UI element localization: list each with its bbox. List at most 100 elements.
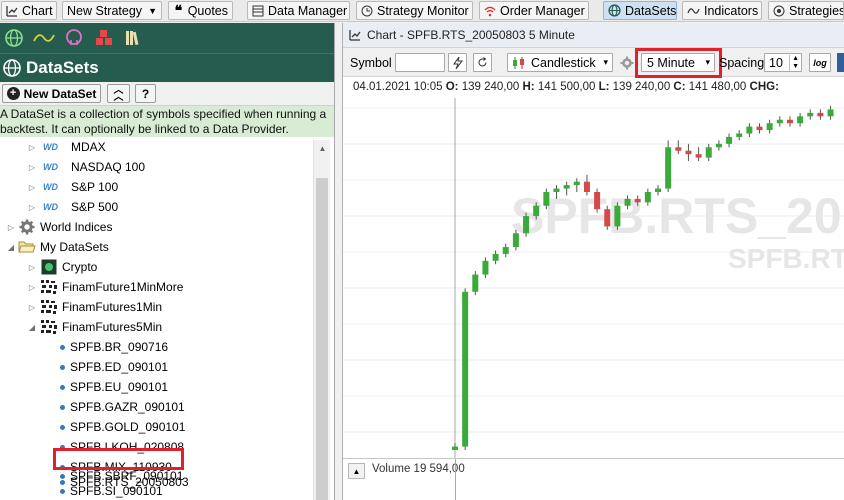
symbol-label: SPFB.GAZR_090101 — [70, 400, 185, 414]
expand-arrow-icon[interactable]: ▷ — [27, 143, 37, 152]
expand-arrow-icon[interactable]: ▷ — [27, 163, 37, 172]
panel-icon-strip — [0, 23, 334, 53]
tree-symbol-item[interactable]: SPFB.GAZR_090101 — [60, 397, 185, 417]
candlestick-series — [452, 106, 834, 450]
tree-item-label: S&P 100 — [71, 180, 119, 194]
symbol-label: SPFB.EU_090101 — [70, 380, 169, 394]
candle-body — [583, 181, 590, 192]
open-label: O: — [445, 81, 459, 93]
stepper-arrows-icon[interactable]: ▲ ▼ — [789, 54, 801, 71]
tree-item-nasdaq100[interactable]: ▷ WD NASDAQ 100 — [27, 157, 145, 177]
tree-item-mdax[interactable]: ▷ WD MDAX — [27, 137, 106, 157]
chart-button[interactable]: Chart — [1, 1, 57, 20]
refresh-icon[interactable] — [473, 53, 492, 72]
open-value: 139 240,00 — [461, 81, 520, 93]
wd-icon: WD — [43, 162, 58, 172]
gear-icon[interactable] — [619, 53, 635, 72]
indicators-button[interactable]: Indicators — [682, 1, 762, 20]
panel-title-bar: DataSets — [0, 53, 334, 82]
datasets-button[interactable]: DataSets — [603, 1, 677, 20]
tree-item-world-indices[interactable]: ▷ World Indices — [6, 217, 112, 237]
collapse-arrow-icon[interactable]: ◢ — [27, 323, 37, 332]
tree-item-finam-1min-more[interactable]: ▷ FinamFuture1MinMore — [27, 277, 183, 297]
order-manager-button[interactable]: Order Manager — [479, 1, 589, 20]
candle-body — [462, 291, 469, 447]
cubes-icon[interactable] — [93, 27, 115, 49]
chart-type-dropdown[interactable]: Candlestick ▾ — [507, 53, 613, 72]
tree-item-sp100[interactable]: ▷ WD S&P 100 — [27, 177, 118, 197]
new-strategy-dropdown[interactable]: New Strategy ▼ — [62, 1, 162, 20]
datasets-button-label: DataSets — [625, 3, 677, 18]
data-manager-button[interactable]: Data Manager — [247, 1, 350, 20]
high-label: H: — [522, 81, 535, 93]
strategy-monitor-button[interactable]: Strategy Monitor — [356, 1, 473, 20]
tree-item-my-datasets[interactable]: ◢ My DataSets — [6, 237, 109, 257]
tree-symbol-item[interactable]: SPFB.SI_090101 — [60, 481, 163, 500]
scroll-up-icon[interactable]: ▲ — [314, 140, 331, 157]
brain-icon[interactable] — [63, 27, 85, 49]
new-strategy-label: New Strategy — [67, 3, 143, 18]
indicators-button-label: Indicators — [704, 3, 759, 18]
expand-arrow-icon[interactable]: ▷ — [27, 183, 37, 192]
expand-arrow-icon[interactable]: ▷ — [27, 303, 37, 312]
interval-dropdown[interactable]: 5 Minute ▾ — [641, 53, 715, 72]
scroll-thumb[interactable] — [316, 178, 328, 500]
description-line-2: backtest. It can optionally be linked to… — [0, 122, 289, 136]
expand-pane-icon[interactable]: ▲ — [348, 463, 365, 479]
globe-icon — [2, 58, 22, 78]
candle-body — [482, 260, 489, 275]
candle-body — [644, 192, 651, 203]
data-manager-label: Data Manager — [268, 3, 348, 18]
symbol-label: SPFB.BR_090716 — [70, 340, 169, 354]
more-tools-button[interactable] — [837, 53, 844, 72]
new-dataset-button[interactable]: + New DataSet — [2, 84, 101, 103]
tree-item-crypto[interactable]: ▷ Crypto — [27, 257, 97, 277]
candle-body — [472, 274, 479, 292]
symbol-dot-icon — [60, 384, 65, 390]
spacing-stepper[interactable]: 10 ▲ ▼ — [764, 53, 802, 72]
lightning-icon[interactable] — [448, 53, 467, 72]
candle-body — [807, 112, 814, 117]
help-button[interactable]: ? — [135, 84, 156, 103]
chart-title-bar: Chart - SPFB.RTS_20050803 5 Minute — [343, 23, 844, 48]
expand-arrow-icon[interactable]: ▷ — [6, 223, 16, 232]
candle-body — [705, 147, 712, 158]
candle-body — [776, 119, 783, 124]
crosshair-line — [455, 459, 456, 500]
low-label: L: — [598, 81, 610, 93]
candle-body — [452, 446, 458, 450]
expand-arrow-icon[interactable]: ▷ — [27, 263, 37, 272]
log-scale-button[interactable]: log — [809, 53, 831, 72]
tree-item-label: My DataSets — [40, 240, 109, 254]
tree-item-finam-5min[interactable]: ◢ FinamFutures5Min — [27, 317, 162, 337]
spacing-label: Spacing — [719, 55, 765, 70]
symbol-input[interactable] — [395, 53, 445, 72]
price-chart[interactable]: SPFB.RTS_20 SPFB.RTS — [343, 98, 844, 458]
library-icon[interactable] — [123, 27, 145, 49]
expand-arrow-icon[interactable]: ▷ — [27, 203, 37, 212]
volume-pane: ▲ Volume 19 594,00 — [343, 458, 844, 500]
candle-body — [655, 188, 661, 192]
collapse-arrow-icon[interactable]: ◢ — [6, 243, 16, 252]
tree-symbol-item[interactable]: SPFB.GOLD_090101 — [60, 417, 185, 437]
wave-icon[interactable] — [33, 27, 55, 49]
candle-body — [665, 147, 672, 189]
tree-item-sp500[interactable]: ▷ WD S&P 500 — [27, 197, 118, 217]
strategies-button-label: Strategies — [789, 3, 844, 18]
tree-item-label: MDAX — [71, 140, 106, 154]
globe-icon[interactable] — [3, 27, 25, 49]
spacing-value: 10 — [769, 55, 783, 70]
candle-body — [715, 143, 722, 148]
expand-arrow-icon[interactable]: ▷ — [27, 283, 37, 292]
tree-symbol-item[interactable]: SPFB.EU_090101 — [60, 377, 168, 397]
datasets-panel: DataSets + New DataSet ︿ ︿ ? A DataSet is… — [0, 23, 335, 500]
quotes-button[interactable]: ❝ Quotes — [168, 1, 233, 20]
candle-body — [786, 119, 793, 124]
tree-item-finam-1min[interactable]: ▷ FinamFutures1Min — [27, 297, 162, 317]
tree-scrollbar[interactable]: ▲ — [313, 140, 330, 500]
strategies-button[interactable]: Strategies — [768, 1, 844, 20]
tree-symbol-item[interactable]: SPFB.BR_090716 — [60, 337, 168, 357]
tree-symbol-item[interactable]: SPFB.ED_090101 — [60, 357, 168, 377]
chart-icon — [6, 4, 18, 18]
collapse-all-button[interactable]: ︿ ︿ — [107, 84, 130, 103]
